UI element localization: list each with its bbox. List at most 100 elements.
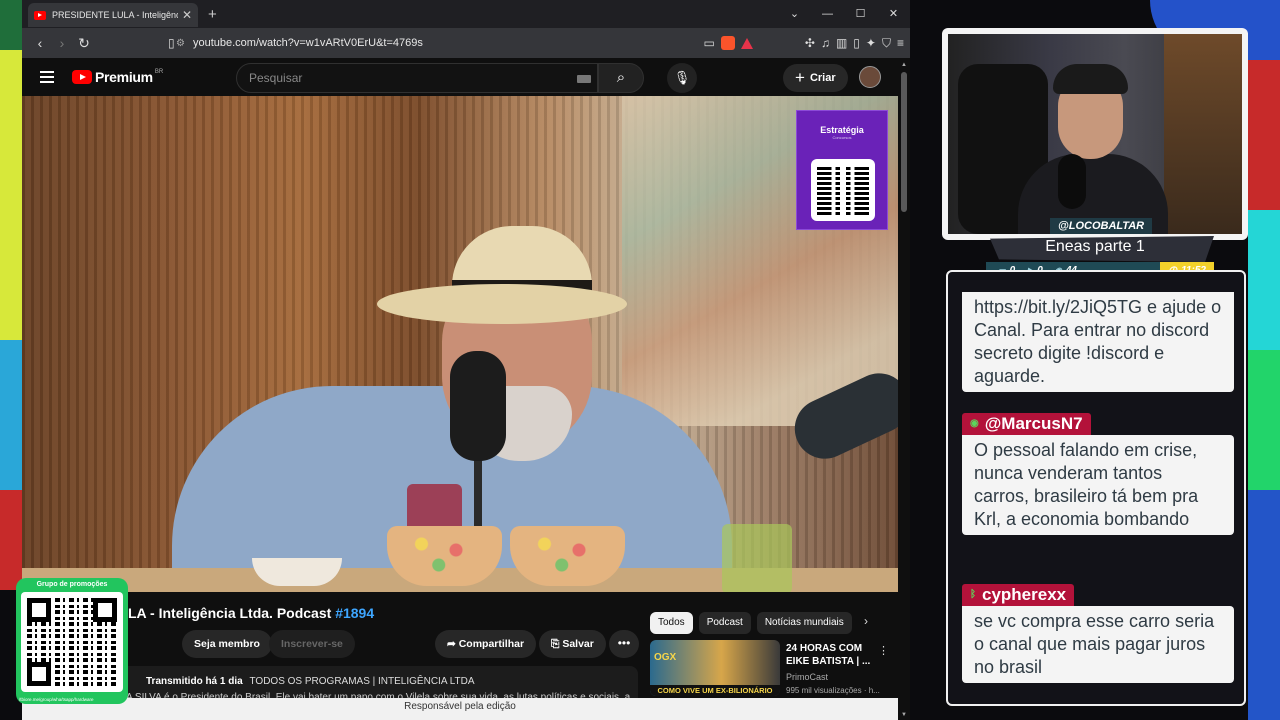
brave-rewards-icon[interactable] — [740, 37, 753, 49]
extensions-icon[interactable]: ✣ — [805, 36, 815, 50]
description-meta: Transmitido há 1 dia TODOS OS PROGRAMAS … — [146, 676, 475, 687]
streamer-handle: @LOCOBALTAR — [1050, 218, 1153, 234]
cast-icon[interactable]: ▭ — [704, 36, 715, 50]
more-actions-button[interactable]: ••• — [609, 630, 639, 658]
chat-message: O pessoal falando em crise, nunca vender… — [962, 435, 1234, 535]
sidebar-icon[interactable]: ▥ — [836, 36, 847, 50]
promo-qr-card: Grupo de promoções /tbiore.me/group/wha/… — [16, 578, 128, 704]
recommended-channel[interactable]: PrimoCast — [786, 672, 828, 682]
recommended-video-title[interactable]: 24 HORAS COM EIKE BATISTA | ... — [786, 642, 876, 668]
bookmarks-icon[interactable]: ▯ — [853, 36, 860, 50]
tab-search-button[interactable]: ⌄ — [778, 0, 811, 28]
scroll-up-icon[interactable]: ▲ — [901, 62, 907, 68]
voice-search-button[interactable]: 🎙 — [667, 63, 697, 93]
bg-shape — [0, 0, 22, 50]
recommended-views: 995 mil visualizações · h... — [786, 686, 880, 695]
bg-shape — [1248, 350, 1280, 490]
vpn-icon[interactable]: ⛉ — [882, 36, 891, 51]
chip-all[interactable]: Todos — [650, 612, 693, 634]
search-input[interactable]: Pesquisar — [236, 63, 598, 93]
guide-menu-icon[interactable] — [40, 68, 54, 86]
bg-shape — [0, 50, 22, 340]
maximize-button[interactable]: ☐ — [844, 0, 877, 28]
recommendation-chips: Todos Podcast Notícias mundiais — [650, 612, 852, 634]
bg-shape — [1248, 210, 1280, 350]
video-cup — [252, 558, 342, 586]
video-candy-bowl — [510, 526, 625, 586]
bg-shape — [0, 490, 22, 590]
new-tab-button[interactable]: + — [208, 6, 217, 23]
plus-icon: + — [795, 68, 805, 87]
media-icon[interactable]: ♫ — [821, 36, 830, 50]
url-field[interactable]: ⚙ youtube.com/watch?v=w1vARtV0ErU&t=4769… — [176, 37, 423, 49]
keyboard-icon[interactable] — [577, 75, 591, 83]
search-button[interactable]: ⌕ — [598, 63, 644, 93]
close-window-button[interactable]: ✕ — [877, 0, 910, 28]
bg-shape — [1248, 60, 1280, 210]
url-text[interactable]: youtube.com/watch?v=w1vARtV0ErU&t=4769s — [193, 37, 423, 49]
forward-button[interactable]: › — [52, 35, 72, 51]
recommended-video-thumbnail[interactable]: OGX COMO VIVE UM EX-BILIONÁRIO — [650, 640, 780, 696]
browser-window: PRESIDENTE LULA - Inteligência Ltda. P ✕… — [22, 0, 910, 720]
address-bar: ‹ › ↻ ▯ ⚙ youtube.com/watch?v=w1vARtV0Er… — [22, 28, 910, 58]
brave-shields-icon[interactable] — [720, 36, 735, 50]
stream-date: Transmitido há 1 dia — [146, 676, 243, 687]
country-code: BR — [154, 69, 164, 75]
video-title-text: LA - Inteligência Ltda. Podcast — [128, 605, 336, 621]
bookmark-icon[interactable]: ▯ — [168, 36, 175, 50]
stream-title: Eneas parte 1 — [1045, 238, 1145, 255]
minimize-button[interactable]: — — [811, 0, 844, 28]
subscribe-button[interactable]: Inscrever-se — [269, 630, 355, 658]
leo-icon[interactable]: ✦ — [866, 36, 876, 50]
share-icon: ➦ — [447, 638, 459, 650]
tab-bar: PRESIDENTE LULA - Inteligência Ltda. P ✕… — [22, 0, 910, 28]
chat-message: se vc compra esse carro seria o canal qu… — [962, 606, 1234, 683]
share-button[interactable]: ➦ Compartilhar — [435, 630, 537, 658]
save-icon: ⎘ — [551, 638, 563, 650]
microphone-icon: 🎙 — [673, 70, 691, 85]
bg-shape — [0, 340, 22, 490]
program-tags: TODOS OS PROGRAMAS | INTELIGÊNCIA LTDA — [249, 676, 475, 687]
webcam-background — [1164, 34, 1242, 234]
user-badge-icon: ◉ — [970, 418, 979, 429]
avatar[interactable] — [859, 66, 881, 88]
chip-world-news[interactable]: Notícias mundiais — [756, 612, 852, 634]
save-label: Salvar — [562, 638, 594, 650]
youtube-logo[interactable]: Premium BR — [72, 69, 163, 85]
close-tab-icon[interactable]: ✕ — [182, 8, 192, 22]
qr-code-icon — [811, 159, 875, 221]
sponsor-sub: Concursos — [832, 135, 852, 140]
kebab-menu-icon[interactable]: ⋮ — [878, 644, 889, 657]
chat-message: https://bit.ly/2JiQ5TG e ajude o Canal. … — [962, 292, 1234, 392]
video-details: LA - Inteligência Ltda. Podcast #1894 Se… — [22, 592, 898, 720]
site-settings-icon[interactable]: ⚙ — [176, 38, 185, 49]
scrollbar-thumb[interactable] — [901, 72, 907, 212]
youtube-favicon-icon — [34, 10, 46, 20]
video-player[interactable]: Estratégia Concursos — [22, 96, 898, 592]
scrollbar[interactable]: ▲ ▼ — [900, 60, 908, 720]
chat-user-text: @MarcusN7 — [984, 414, 1083, 433]
thumbnail-badge: OGX — [654, 652, 677, 663]
promo-title: Grupo de promoções — [36, 581, 108, 588]
chevron-right-icon[interactable]: › — [864, 614, 868, 628]
chat-user-text: cypherexx — [982, 585, 1067, 604]
video-title: LA - Inteligência Ltda. Podcast #1894 — [128, 605, 374, 621]
youtube-play-icon — [72, 70, 92, 84]
webcam-video — [948, 34, 1242, 234]
browser-tab[interactable]: PRESIDENTE LULA - Inteligência Ltda. P ✕ — [28, 3, 198, 27]
chat-username: ᛒ cypherexx — [962, 584, 1075, 606]
create-label: Criar — [809, 72, 836, 84]
scroll-down-icon[interactable]: ▼ — [901, 712, 907, 718]
sponsor-qr-overlay: Estratégia Concursos — [796, 110, 888, 230]
back-button[interactable]: ‹ — [30, 35, 50, 51]
video-hashtag[interactable]: #1894 — [335, 605, 374, 621]
save-button[interactable]: ⎘ Salvar — [539, 630, 606, 658]
join-button[interactable]: Seja membro — [182, 630, 272, 658]
webcam-person-hair — [1053, 64, 1128, 94]
reload-button[interactable]: ↻ — [74, 35, 94, 52]
video-hat-brim — [377, 284, 627, 324]
menu-icon[interactable]: ≡ — [897, 36, 904, 50]
thumbnail-caption: COMO VIVE UM EX-BILIONÁRIO — [650, 685, 780, 696]
chip-podcast[interactable]: Podcast — [698, 612, 751, 634]
create-button[interactable]: + Criar — [783, 64, 848, 92]
